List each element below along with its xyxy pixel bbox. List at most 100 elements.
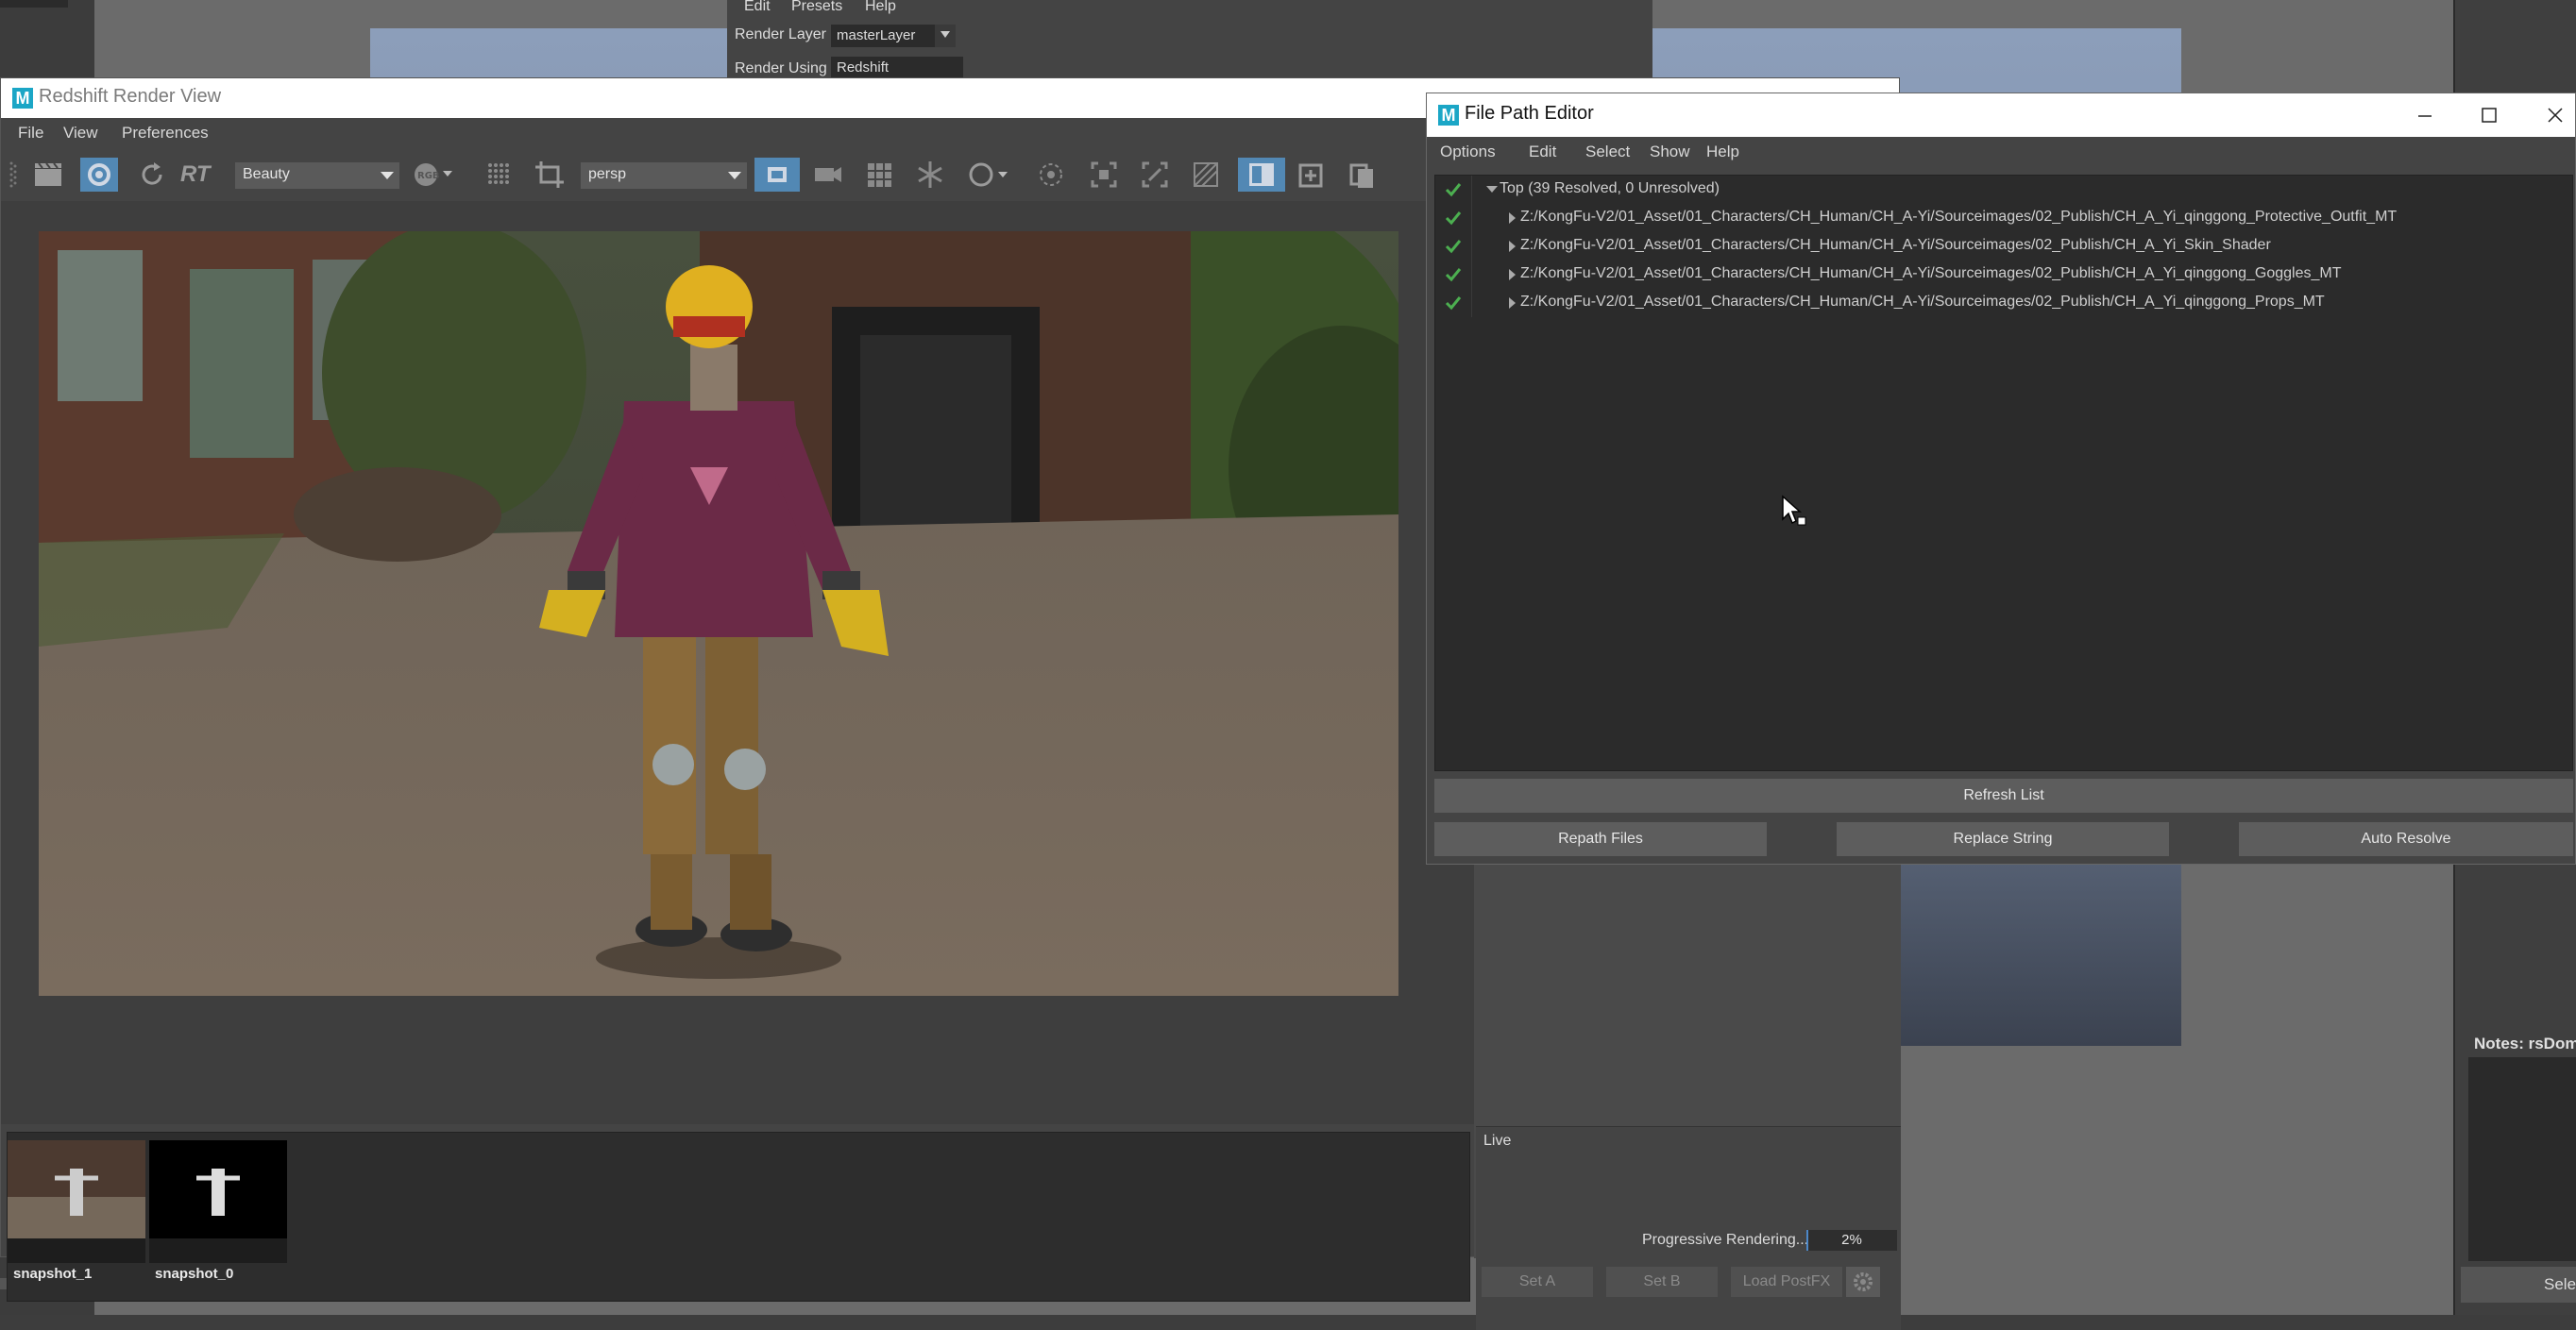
snapshot-label: snapshot_1 [13, 1266, 93, 1282]
snapshot-label: snapshot_0 [155, 1266, 234, 1282]
maya-app-icon: M [12, 88, 33, 109]
render-layer-arrow-icon[interactable] [935, 25, 956, 47]
expand-arrow-icon[interactable] [1486, 186, 1498, 193]
render-using-label: Render Using [735, 60, 827, 76]
menu-preferences[interactable]: Preferences [122, 124, 209, 143]
refresh-list-button[interactable]: Refresh List [1434, 779, 2573, 813]
snapshot-thumbnail[interactable]: snapshot_1 [8, 1140, 145, 1282]
set-b-button[interactable]: Set B [1606, 1267, 1718, 1297]
select-button[interactable]: Sele [2461, 1267, 2576, 1303]
progress-bar: 2% [1806, 1230, 1897, 1251]
column-divider [1471, 204, 1472, 232]
rs-menu-help[interactable]: Help [865, 0, 896, 15]
maximize-icon[interactable] [2475, 101, 2503, 129]
column-divider [1471, 232, 1472, 261]
crop-icon[interactable] [532, 158, 569, 192]
file-path-editor-titlebar[interactable]: M File Path Editor [1427, 93, 2575, 137]
live-panel: Live Set A Set B Load PostFX [1476, 1126, 1901, 1330]
camera-value: persp [588, 166, 627, 182]
clapper-render-icon[interactable] [29, 158, 67, 192]
freeze-snowflake-icon[interactable] [911, 158, 949, 192]
resolved-check-icon [1445, 183, 1462, 197]
tree-item-path: Z:/KongFu-V2/01_Asset/01_Characters/CH_H… [1520, 209, 2398, 225]
menu-options[interactable]: Options [1440, 143, 1496, 161]
start-render-icon[interactable] [80, 158, 118, 192]
render-using-value: Redshift [837, 59, 890, 76]
tree-item-row[interactable]: Z:/KongFu-V2/01_Asset/01_Characters/CH_H… [1435, 289, 2572, 317]
camera-dropdown[interactable]: persp [581, 162, 747, 189]
minimize-icon[interactable] [2411, 101, 2439, 129]
tree-item-row[interactable]: Z:/KongFu-V2/01_Asset/01_Characters/CH_H… [1435, 232, 2572, 261]
expand-arrow-icon[interactable] [1509, 297, 1516, 309]
close-icon[interactable] [2541, 101, 2569, 129]
file-path-tree[interactable]: Top (39 Resolved, 0 Unresolved) Z:/KongF… [1434, 175, 2573, 771]
expand-arrow-icon[interactable] [1509, 269, 1516, 280]
toolbar-grip-icon [8, 158, 18, 192]
column-divider [1471, 261, 1472, 289]
add-snapshot-icon[interactable] [1293, 158, 1330, 192]
menu-select[interactable]: Select [1585, 143, 1630, 161]
render-using-dropdown[interactable]: Redshift [831, 57, 963, 79]
tree-item-row[interactable]: Z:/KongFu-V2/01_Asset/01_Characters/CH_H… [1435, 204, 2572, 232]
lock-camera-icon[interactable] [754, 158, 800, 192]
tree-root-row[interactable]: Top (39 Resolved, 0 Unresolved) [1435, 176, 2572, 204]
tile-grid-icon[interactable] [860, 158, 898, 192]
camera-icon[interactable] [809, 158, 847, 192]
expand-arrow-icon[interactable] [1509, 212, 1516, 224]
column-divider [1471, 289, 1472, 317]
svg-text:RGB: RGB [417, 171, 440, 181]
copy-snapshot-icon[interactable] [1344, 158, 1381, 192]
refresh-icon[interactable] [133, 158, 171, 192]
tree-item-path: Z:/KongFu-V2/01_Asset/01_Characters/CH_H… [1520, 237, 2271, 253]
aov-dropdown[interactable]: Beauty [235, 162, 399, 189]
column-divider [1471, 176, 1472, 204]
hatch-overlay-icon[interactable] [1187, 158, 1225, 192]
snapshot-thumbnail[interactable]: snapshot_0 [149, 1140, 287, 1282]
notes-textbox[interactable] [2468, 1057, 2576, 1261]
render-settings-window: Edit Presets Help Render Layer masterLay… [727, 0, 1652, 81]
panel-toggle-icon[interactable] [1238, 158, 1285, 192]
progress-label: Progressive Rendering... [1642, 1232, 1809, 1248]
repath-files-button[interactable]: Repath Files [1434, 822, 1767, 856]
rs-menu-presets[interactable]: Presets [791, 0, 842, 15]
tree-item-path: Z:/KongFu-V2/01_Asset/01_Characters/CH_H… [1520, 294, 2325, 310]
rt-button[interactable]: RT [180, 158, 218, 195]
chevron-down-icon [381, 172, 394, 179]
file-path-editor-window: M File Path Editor Options Edit Select S… [1426, 93, 2576, 865]
resolved-check-icon [1445, 240, 1462, 254]
tree-root-label: Top (39 Resolved, 0 Unresolved) [1500, 180, 1720, 196]
set-a-button[interactable]: Set A [1482, 1267, 1593, 1297]
resolved-check-icon [1445, 211, 1462, 226]
menu-help[interactable]: Help [1706, 143, 1739, 161]
menu-view[interactable]: View [63, 124, 98, 143]
live-label: Live [1483, 1133, 1512, 1149]
circle-dropdown-icon[interactable] [962, 158, 1015, 192]
rgb-channel-icon[interactable]: RGB [409, 158, 452, 192]
region-grid-icon[interactable] [481, 158, 518, 192]
tree-item-path: Z:/KongFu-V2/01_Asset/01_Characters/CH_H… [1520, 265, 2342, 281]
snapshot-strip: snapshot_1 snapshot_0 [7, 1132, 1470, 1302]
gear-icon[interactable] [1846, 1267, 1880, 1297]
mouse-cursor-icon [1782, 495, 1806, 526]
rs-menu-edit[interactable]: Edit [744, 0, 771, 15]
load-postfx-button[interactable]: Load PostFX [1731, 1267, 1842, 1297]
chevron-down-icon [728, 172, 741, 179]
file-path-editor-menubar: Options Edit Select Show Help [1427, 137, 2575, 169]
menu-edit[interactable]: Edit [1529, 143, 1556, 161]
progress-percent: 2% [1841, 1232, 1862, 1248]
replace-string-button[interactable]: Replace String [1837, 822, 2169, 856]
notes-label: Notes: rsDom [2474, 1035, 2576, 1052]
fit-frame-icon[interactable] [1136, 158, 1174, 192]
expand-arrow-icon[interactable] [1509, 241, 1516, 252]
tree-item-row[interactable]: Z:/KongFu-V2/01_Asset/01_Characters/CH_H… [1435, 261, 2572, 289]
frame-region-icon[interactable] [1085, 158, 1123, 192]
render-layer-value: masterLayer [837, 27, 916, 43]
menu-file[interactable]: File [18, 124, 43, 143]
focus-target-icon[interactable] [1032, 158, 1070, 192]
render-layer-dropdown[interactable]: masterLayer [831, 25, 952, 47]
maya-app-icon: M [1438, 105, 1459, 126]
auto-resolve-button[interactable]: Auto Resolve [2239, 822, 2573, 856]
render-layer-label: Render Layer [735, 26, 826, 42]
aov-value: Beauty [243, 166, 290, 182]
menu-show[interactable]: Show [1650, 143, 1690, 161]
